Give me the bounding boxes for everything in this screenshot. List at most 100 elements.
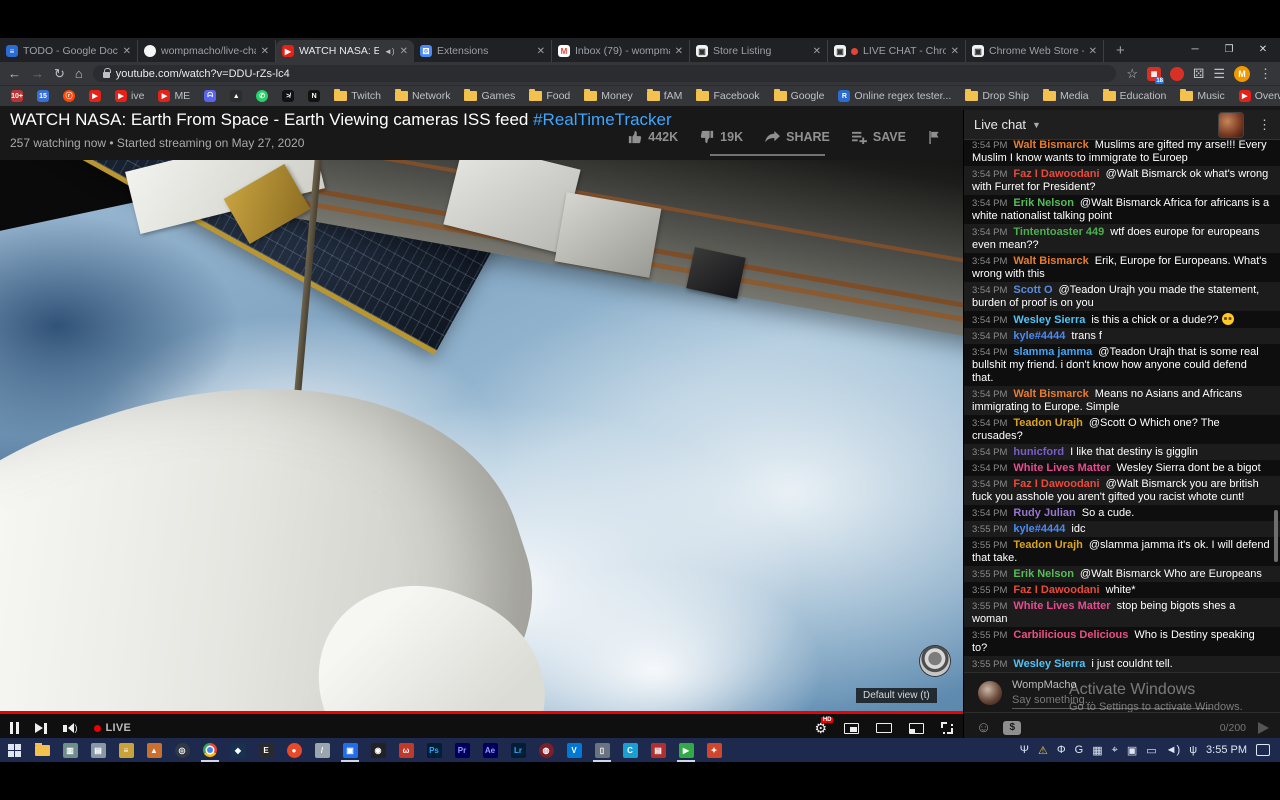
- message-author[interactable]: Teadon Urajh: [1013, 539, 1082, 551]
- fullscreen-icon[interactable]: [941, 722, 953, 734]
- tab-close-icon[interactable]: ✕: [813, 46, 821, 57]
- maximize-button[interactable]: ❐: [1212, 38, 1246, 60]
- app-chrome[interactable]: [196, 738, 224, 762]
- app-fishbowl[interactable]: ◆: [224, 738, 252, 762]
- message-author[interactable]: Faz I Dawoodani: [1013, 478, 1099, 490]
- extension-record-icon[interactable]: [1170, 67, 1184, 81]
- app-vscode[interactable]: V: [560, 738, 588, 762]
- app-orange[interactable]: ●: [280, 738, 308, 762]
- message-author[interactable]: Wesley Sierra: [1013, 314, 1085, 326]
- app-brain[interactable]: ω: [392, 738, 420, 762]
- power-icon[interactable]: Φ: [1057, 744, 1066, 756]
- emoji-icon[interactable]: ☺: [976, 719, 991, 736]
- new-tab-button[interactable]: +: [1104, 42, 1137, 59]
- message-author[interactable]: Tintentoaster 449: [1013, 226, 1104, 238]
- app-ranks[interactable]: ≡: [112, 738, 140, 762]
- settings-gear-icon[interactable]: ⚙HD: [814, 720, 827, 737]
- display-icon[interactable]: ▭: [1146, 744, 1156, 757]
- app-aftereffects[interactable]: Ae: [476, 738, 504, 762]
- pause-button[interactable]: [10, 722, 19, 734]
- message-author[interactable]: Carbilicious Delicious: [1013, 629, 1128, 641]
- bookmark-item[interactable]: ✆: [251, 89, 273, 103]
- app-map-pin[interactable]: ◉: [364, 738, 392, 762]
- bookmark-item[interactable]: ▶ME: [153, 89, 195, 103]
- bookmark-folder[interactable]: Drop Ship: [960, 89, 1034, 103]
- tab-close-icon[interactable]: ✕: [261, 46, 269, 57]
- bookmark-item[interactable]: ▲: [225, 89, 247, 103]
- miniplayer-icon[interactable]: [844, 723, 859, 734]
- browser-tab[interactable]: ▣LIVE CHAT - Chrome W✕: [828, 40, 966, 62]
- chat-menu-icon[interactable]: ⋮: [1258, 117, 1271, 133]
- message-author[interactable]: White Lives Matter: [1013, 600, 1110, 612]
- bookmark-folder[interactable]: Music: [1175, 89, 1229, 103]
- app-tower[interactable]: ▯: [588, 738, 616, 762]
- usb-icon[interactable]: ψ: [1189, 744, 1197, 756]
- app-darkred[interactable]: ◍: [532, 738, 560, 762]
- taskbar-clock[interactable]: 3:55 PM: [1206, 744, 1247, 756]
- message-author[interactable]: Walt Bismarck: [1013, 388, 1088, 400]
- message-author[interactable]: Faz I Dawoodani: [1013, 584, 1099, 596]
- bookmark-folder[interactable]: fAM: [642, 89, 688, 103]
- message-author[interactable]: hunicford: [1013, 446, 1064, 458]
- message-author[interactable]: Faz I Dawoodani: [1013, 168, 1099, 180]
- message-author[interactable]: Scott O: [1013, 284, 1052, 296]
- message-author[interactable]: slamma jamma: [1013, 346, 1092, 358]
- message-author[interactable]: Rudy Julian: [1013, 507, 1075, 519]
- browser-tab[interactable]: wompmacho/live-chat: A C✕: [138, 40, 276, 62]
- bookmark-folder[interactable]: Games: [459, 89, 520, 103]
- bookmark-item[interactable]: ▶: [84, 89, 106, 103]
- tab-audio-icon[interactable]: ◄): [384, 47, 395, 56]
- tab-close-icon[interactable]: ✕: [675, 46, 683, 57]
- mic-icon[interactable]: Ψ: [1020, 744, 1029, 756]
- chevron-down-icon[interactable]: ▼: [1032, 120, 1041, 130]
- reload-icon[interactable]: ↻: [54, 66, 65, 82]
- bookmark-item[interactable]: 10+: [6, 89, 28, 103]
- reading-list-icon[interactable]: ☰: [1213, 66, 1225, 82]
- bookmark-folder[interactable]: Media: [1038, 89, 1094, 103]
- extensions-puzzle-icon[interactable]: ⚄: [1193, 66, 1204, 82]
- photos-icon[interactable]: ▣: [1127, 744, 1137, 757]
- report-flag-button[interactable]: [928, 131, 940, 144]
- app-paint[interactable]: /: [308, 738, 336, 762]
- browser-tab[interactable]: ≡TODO - Google Docs✕: [0, 40, 138, 62]
- bookmark-item[interactable]: ROnline regex tester...: [833, 89, 956, 103]
- bookmark-item[interactable]: ⓡ: [58, 89, 80, 103]
- logitech-icon[interactable]: G: [1075, 744, 1084, 756]
- app-pc[interactable]: ▥: [56, 738, 84, 762]
- bookmark-folder[interactable]: Twitch: [329, 89, 386, 103]
- browser-tab[interactable]: ▶WATCH NASA: Earth Fr◄)✕: [276, 40, 414, 62]
- bookmark-item[interactable]: 15: [32, 89, 54, 103]
- back-icon[interactable]: ←: [8, 66, 21, 81]
- start-button[interactable]: [0, 738, 28, 762]
- app-c-blue[interactable]: C: [616, 738, 644, 762]
- tab-close-icon[interactable]: ✕: [951, 46, 959, 57]
- forward-icon[interactable]: →: [31, 66, 44, 81]
- bookmark-item[interactable]: N: [303, 89, 325, 103]
- bookmark-folder[interactable]: Facebook: [691, 89, 764, 103]
- volume-button[interactable]: ): [63, 723, 78, 733]
- bookmark-star-icon[interactable]: ☆: [1126, 66, 1138, 82]
- app-epic[interactable]: E: [252, 738, 280, 762]
- live-chat-title[interactable]: Live chat: [974, 117, 1026, 132]
- like-button[interactable]: 442K: [628, 130, 678, 144]
- app-monitor[interactable]: ▤: [84, 738, 112, 762]
- bookmark-folder[interactable]: Money: [579, 89, 638, 103]
- hashtag-link[interactable]: #RealTimeTracker: [533, 110, 672, 129]
- browser-menu-icon[interactable]: ⋮: [1259, 66, 1272, 82]
- extension-abp-icon[interactable]: ▦18: [1147, 67, 1161, 81]
- bookmark-folder[interactable]: Network: [390, 89, 456, 103]
- message-author[interactable]: Walt Bismarck: [1013, 140, 1088, 151]
- bookmark-folder[interactable]: Food: [524, 89, 575, 103]
- save-button[interactable]: SAVE: [852, 130, 906, 144]
- message-author[interactable]: White Lives Matter: [1013, 462, 1110, 474]
- send-icon[interactable]: [1258, 722, 1269, 734]
- home-icon[interactable]: ⌂: [75, 66, 83, 81]
- app-greenscreen[interactable]: ▶: [672, 738, 700, 762]
- satellite-icon[interactable]: ⌖: [1112, 744, 1118, 757]
- share-button[interactable]: SHARE: [765, 130, 830, 144]
- security-warning-icon[interactable]: ⚠: [1038, 744, 1048, 757]
- chat-scrollbar[interactable]: [1274, 510, 1278, 562]
- app-photoshop[interactable]: Ps: [420, 738, 448, 762]
- bookmark-folder[interactable]: Google: [769, 89, 830, 103]
- message-author[interactable]: Wesley Sierra: [1013, 658, 1085, 670]
